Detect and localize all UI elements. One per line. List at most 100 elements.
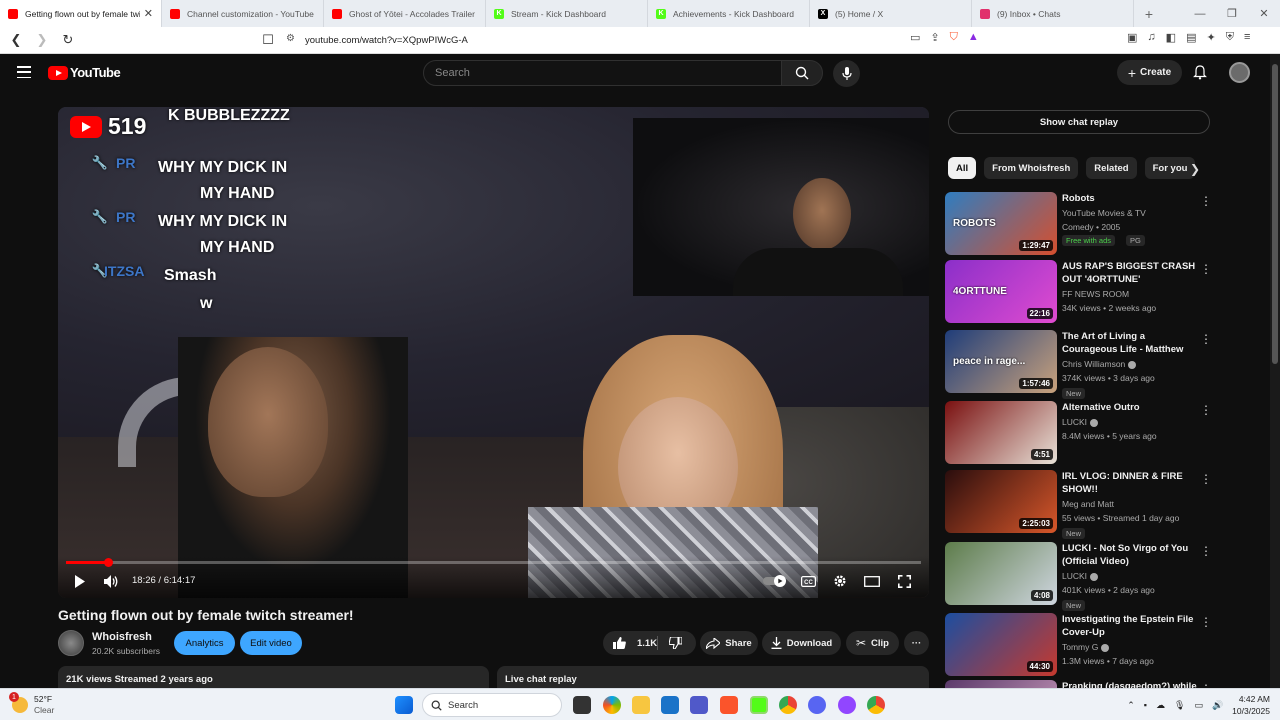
recommended-video[interactable]: 44:30 Investigating the Epstein File Cove…	[945, 613, 1215, 677]
video-thumbnail[interactable]: 4:51	[945, 401, 1057, 464]
play-button[interactable]	[72, 570, 88, 592]
more-vertical-icon[interactable]: ⋮	[1200, 194, 1212, 208]
microphone-tray-icon[interactable]: 🎙	[1174, 700, 1185, 711]
more-vertical-icon[interactable]: ⋮	[1200, 332, 1212, 346]
back-icon[interactable]: ❮	[6, 32, 26, 48]
channel-line[interactable]: LUCKI	[1062, 570, 1099, 583]
scrubber-handle[interactable]	[103, 558, 113, 567]
more-vertical-icon[interactable]: ⋮	[1200, 262, 1212, 276]
browser-tab[interactable]: X (5) Home / X	[810, 0, 972, 27]
more-actions-button[interactable]: ···	[904, 631, 929, 655]
channel-avatar[interactable]	[58, 630, 84, 656]
close-tab-icon[interactable]: ✕	[144, 7, 153, 20]
video-thumbnail[interactable]: 4ORTTUNE 22:16	[945, 260, 1057, 323]
browser-tab[interactable]: Channel customization - YouTube Studio	[162, 0, 324, 27]
recommended-video-title[interactable]: Alternative Outro	[1062, 401, 1200, 414]
brave-browser-icon[interactable]	[720, 696, 738, 714]
store-icon[interactable]	[661, 696, 679, 714]
more-vertical-icon[interactable]: ⋮	[1200, 615, 1212, 629]
video-thumbnail[interactable]: 2:25:03	[945, 470, 1057, 533]
reload-icon[interactable]: ↻	[58, 32, 78, 48]
new-tab-button[interactable]: +	[1134, 0, 1164, 27]
leo-ai-icon[interactable]: ✦	[1206, 31, 1215, 44]
taskbar-search[interactable]: Search	[422, 693, 562, 717]
subtitles-button[interactable]: CC	[800, 570, 816, 592]
cloud-icon[interactable]: ☁	[1156, 700, 1165, 711]
brave-shield-icon[interactable]: ⛉	[950, 31, 958, 44]
rewards-icon[interactable]: ▲	[968, 31, 979, 44]
fullscreen-button[interactable]	[896, 570, 912, 592]
copilot-icon[interactable]	[603, 696, 621, 714]
recommended-video[interactable]: peace in rage... 1:57:46 The Art of Living…	[945, 330, 1215, 399]
browser-tab[interactable]: Getting flown out by female twitch strea…	[0, 0, 162, 27]
channel-line[interactable]: LUCKI	[1062, 416, 1099, 429]
browser-tab[interactable]: Ghost of Yōtei - Accolades Trailer | PS5	[324, 0, 486, 27]
recommended-video-title[interactable]: IRL VLOG: DINNER & FIRE SHOW!!	[1062, 470, 1200, 496]
teams-icon[interactable]	[690, 696, 708, 714]
guide-menu-icon[interactable]	[17, 66, 31, 78]
network-icon[interactable]: ▭	[1194, 700, 1203, 711]
close-window-icon[interactable]: ✕	[1248, 0, 1280, 27]
share-button[interactable]: Share	[700, 631, 758, 655]
like-count[interactable]: 1.1K	[637, 638, 657, 649]
more-vertical-icon[interactable]: ⋮	[1200, 472, 1212, 486]
recommended-video-title[interactable]: AUS RAP'S BIGGEST CRASH OUT '4ORTTUNE'	[1062, 260, 1200, 286]
forward-icon[interactable]: ❯	[32, 32, 52, 48]
filter-chip[interactable]: Related	[1086, 157, 1137, 179]
recommended-video-title[interactable]: Robots	[1062, 192, 1200, 205]
account-avatar[interactable]	[1229, 62, 1250, 83]
sidebar-toggle-icon[interactable]: ◧	[1166, 31, 1176, 44]
recommended-video[interactable]: 4ORTTUNE 22:16 AUS RAP'S BIGGEST CRASH OUT…	[945, 260, 1215, 324]
progress-bar[interactable]	[66, 558, 921, 567]
speaker-icon[interactable]: 🔊	[1212, 700, 1223, 711]
search-input[interactable]: Search	[423, 60, 783, 86]
create-button[interactable]: + Create	[1117, 60, 1182, 85]
browser-tab[interactable]: (9) Inbox • Chats	[972, 0, 1134, 27]
show-chat-replay-button[interactable]: Show chat replay	[948, 110, 1210, 134]
video-thumbnail[interactable]: 4:08	[945, 542, 1057, 605]
site-info-icon[interactable]: ⚙	[286, 33, 295, 44]
video-thumbnail[interactable]: 44:30	[945, 613, 1057, 676]
voice-search-button[interactable]	[833, 60, 860, 87]
task-view-icon[interactable]	[573, 696, 591, 714]
channel-name[interactable]: Whoisfresh	[92, 631, 152, 643]
search-button[interactable]	[781, 60, 823, 86]
recommended-video-title[interactable]: LUCKI - Not So Virgo of You (Official Vi…	[1062, 542, 1200, 568]
filter-chip[interactable]: For you	[1144, 157, 1196, 179]
recommended-video[interactable]: 4:51 Alternative Outro LUCKI 8.4M views • 5…	[945, 401, 1215, 465]
video-thumbnail[interactable]: peace in rage... 1:57:46	[945, 330, 1057, 393]
cast-icon[interactable]: ▭	[910, 31, 920, 44]
clip-button[interactable]: ✂ Clip	[846, 631, 899, 655]
video-player[interactable]: 519 K BUBBLEZZZZ🔧PRWHY MY DICK IN🔧MY HAN…	[58, 107, 929, 598]
channel-line[interactable]: FF NEWS ROOM	[1062, 288, 1129, 301]
filter-chip[interactable]: From Whoisfresh	[984, 157, 1079, 179]
media-icon[interactable]: ♫	[1147, 31, 1155, 44]
page-scrollbar[interactable]	[1270, 54, 1280, 688]
mute-button[interactable]	[102, 570, 120, 592]
autoplay-toggle[interactable]	[762, 570, 788, 592]
file-explorer-icon[interactable]	[632, 696, 650, 714]
more-vertical-icon[interactable]: ⋮	[1200, 544, 1212, 558]
thumbs-down-icon[interactable]	[669, 637, 682, 649]
channel-line[interactable]: Chris Williamson	[1062, 358, 1137, 371]
browser-tab[interactable]: K Achievements - Kick Dashboard	[648, 0, 810, 27]
windows-start-icon[interactable]	[395, 696, 413, 714]
settings-button[interactable]	[832, 570, 848, 592]
recommended-video-title[interactable]: The Art of Living a Courageous Life - Ma…	[1062, 330, 1200, 356]
restore-icon[interactable]: ❐	[1216, 0, 1248, 27]
wallet-icon[interactable]: ▤	[1186, 31, 1196, 44]
recommended-video[interactable]: ROBOTS 1:29:47 Robots YouTube Movies & TV Co…	[945, 192, 1215, 256]
chevron-right-icon[interactable]: ❯	[1190, 162, 1200, 176]
download-button[interactable]: Download	[762, 631, 841, 655]
discord-icon[interactable]	[808, 696, 826, 714]
extensions-icon[interactable]: ▣	[1127, 31, 1137, 44]
recommended-video[interactable]: 4:08 LUCKI - Not So Virgo of You (Officia…	[945, 542, 1215, 611]
app-icon[interactable]	[838, 696, 856, 714]
chrome-profile-icon[interactable]	[867, 696, 885, 714]
edit-video-button[interactable]: Edit video	[240, 631, 302, 655]
menu-icon[interactable]: ≡	[1244, 31, 1250, 44]
channel-line[interactable]: Tommy G	[1062, 641, 1110, 654]
share-page-icon[interactable]: ⇪	[930, 31, 939, 44]
youtube-logo[interactable]: YouTube	[48, 65, 121, 80]
filter-chip[interactable]: All	[948, 157, 977, 179]
